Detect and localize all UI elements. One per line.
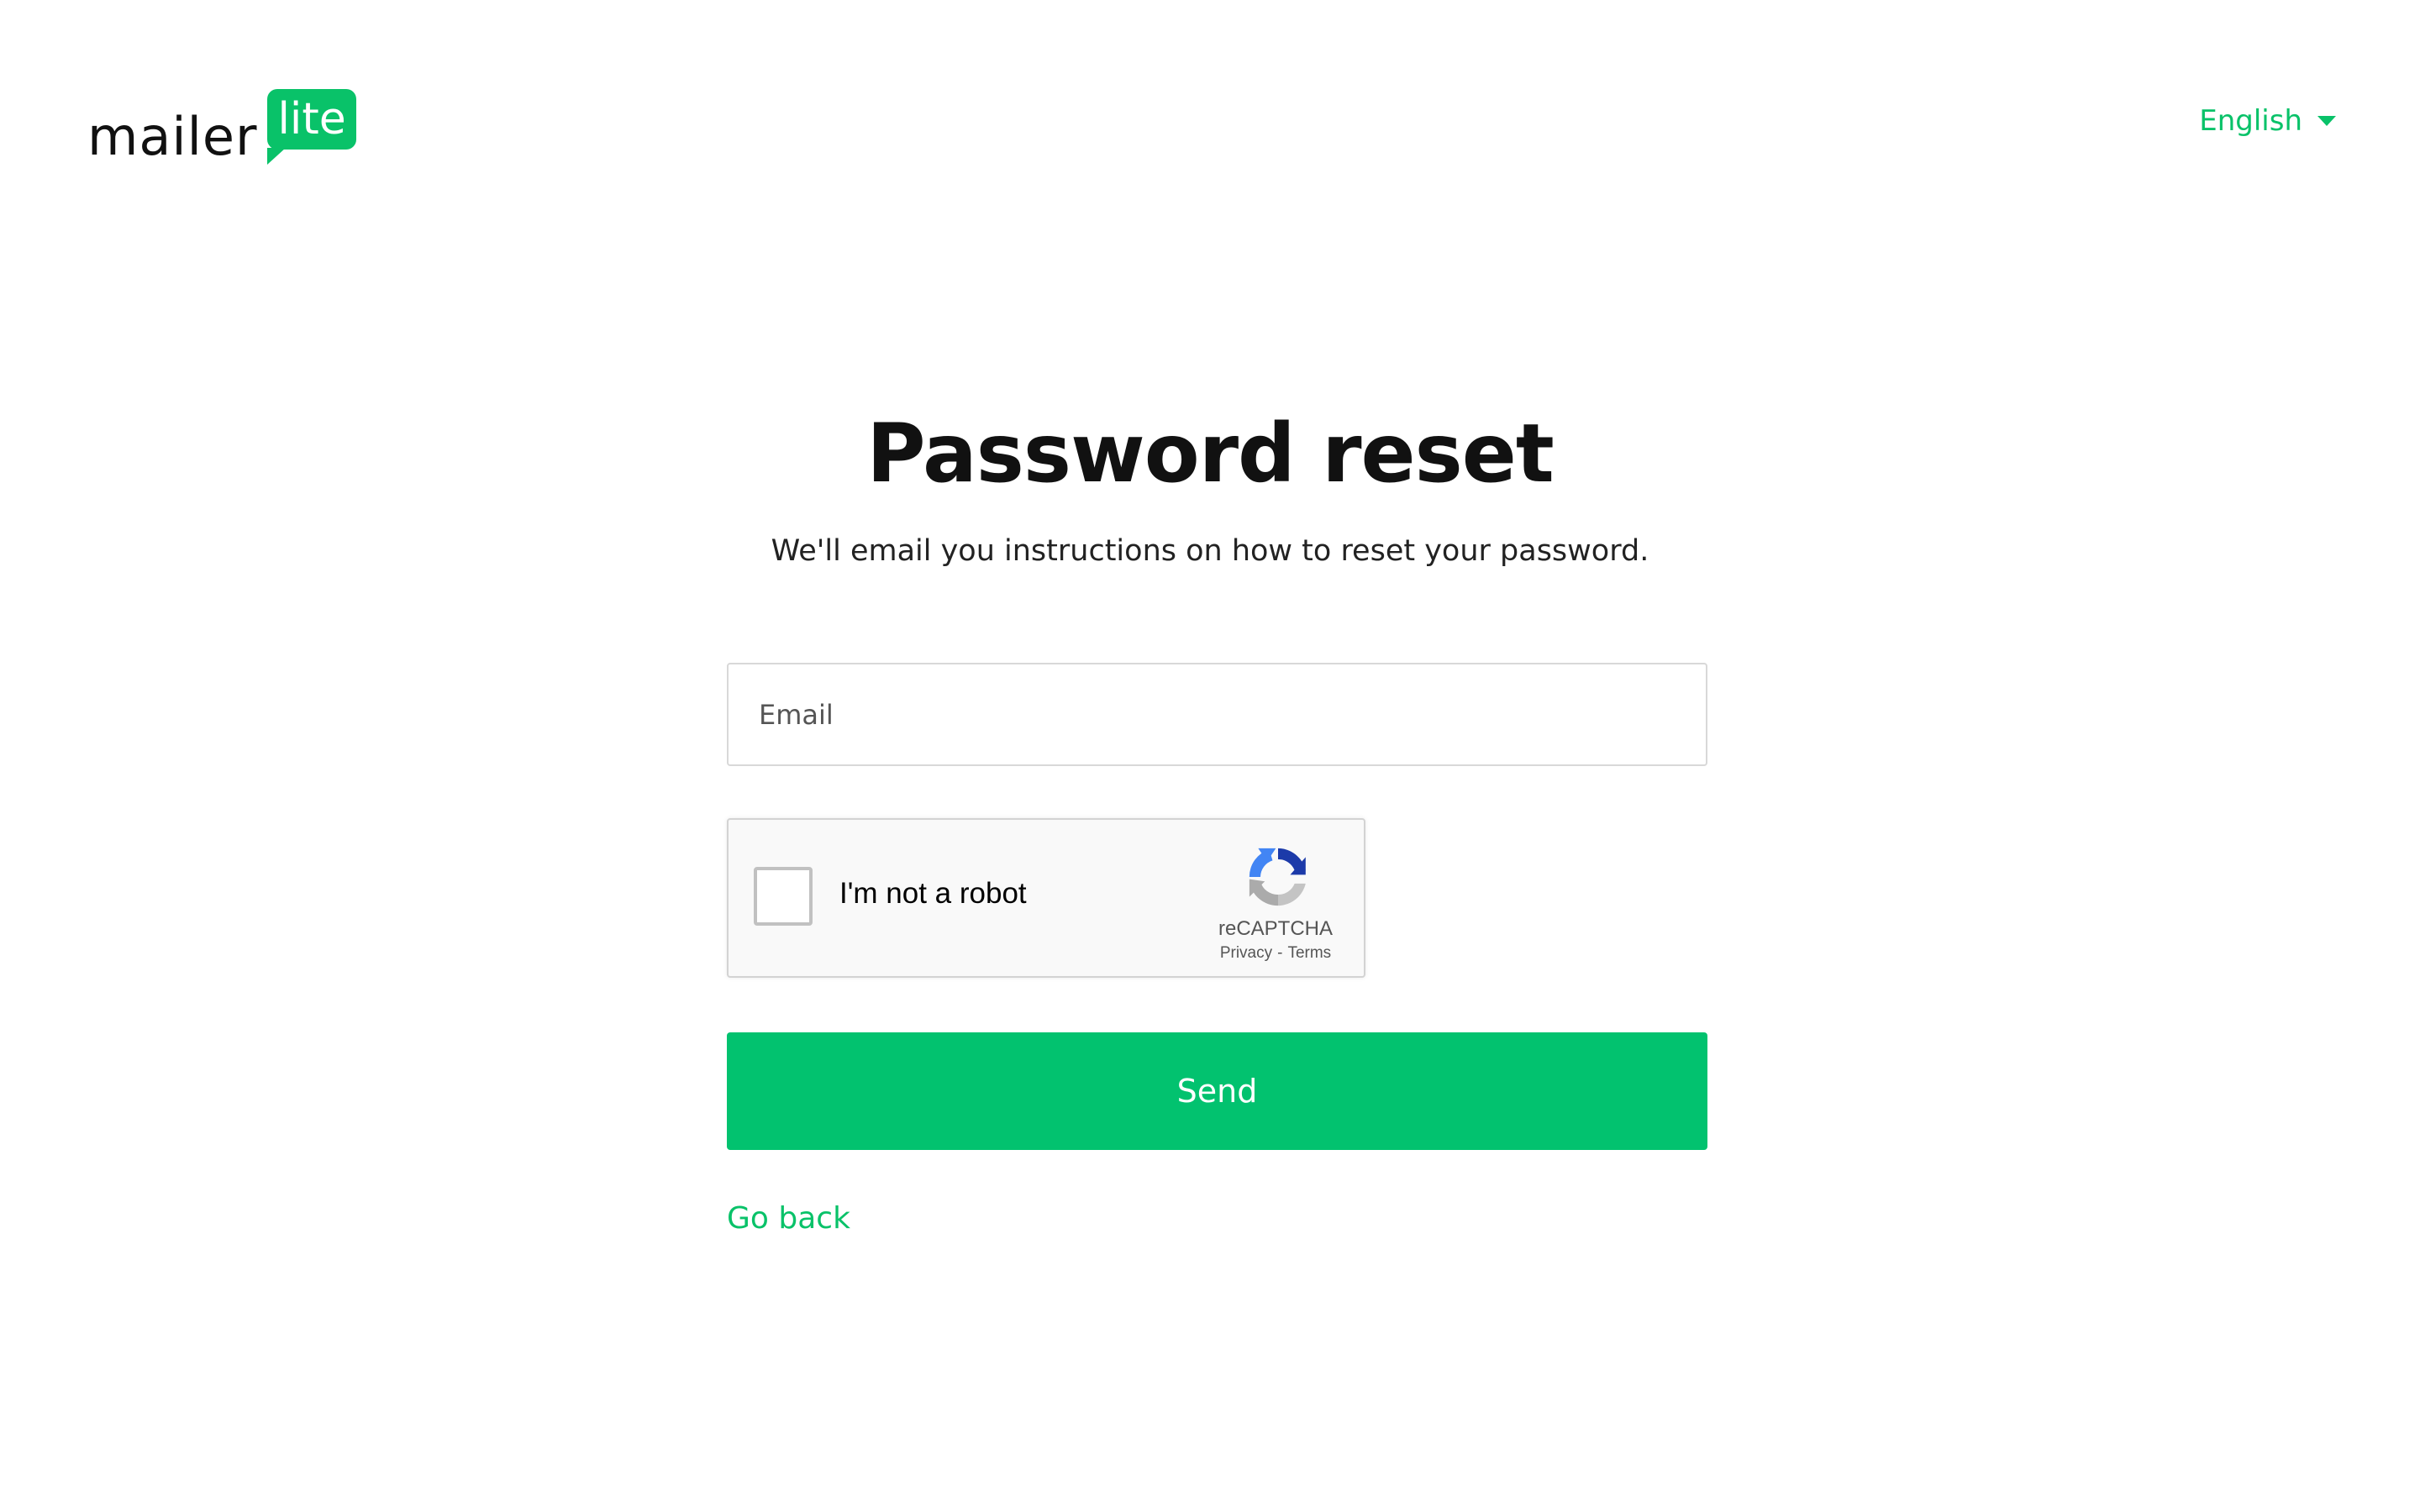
recaptcha-widget: I'm not a robot reCAPTCHA Privacy - Terms <box>727 818 1365 978</box>
recaptcha-brand: reCAPTCHA <box>1218 917 1334 940</box>
go-back-link[interactable]: Go back <box>727 1201 850 1236</box>
recaptcha-link-separator: - <box>1277 944 1283 962</box>
recaptcha-terms-link[interactable]: Terms <box>1287 944 1331 962</box>
email-field[interactable] <box>727 663 1707 766</box>
recaptcha-checkbox[interactable] <box>754 867 813 926</box>
send-button[interactable]: Send <box>727 1032 1707 1150</box>
language-label: English <box>2199 104 2302 138</box>
recaptcha-links: Privacy - Terms <box>1213 944 1339 963</box>
page-subtitle: We'll email you instructions on how to r… <box>771 534 1649 568</box>
logo-badge: lite <box>267 89 356 165</box>
recaptcha-icon <box>1249 848 1306 906</box>
logo-wordmark: mailer <box>87 106 258 167</box>
chevron-down-icon <box>2317 116 2336 126</box>
recaptcha-label: I'm not a robot <box>839 877 1027 910</box>
mailerlite-logo[interactable]: mailer lite <box>87 89 356 168</box>
page-title: Password reset <box>866 407 1555 501</box>
recaptcha-privacy-link[interactable]: Privacy <box>1220 944 1272 962</box>
language-selector[interactable]: English <box>2199 104 2336 138</box>
